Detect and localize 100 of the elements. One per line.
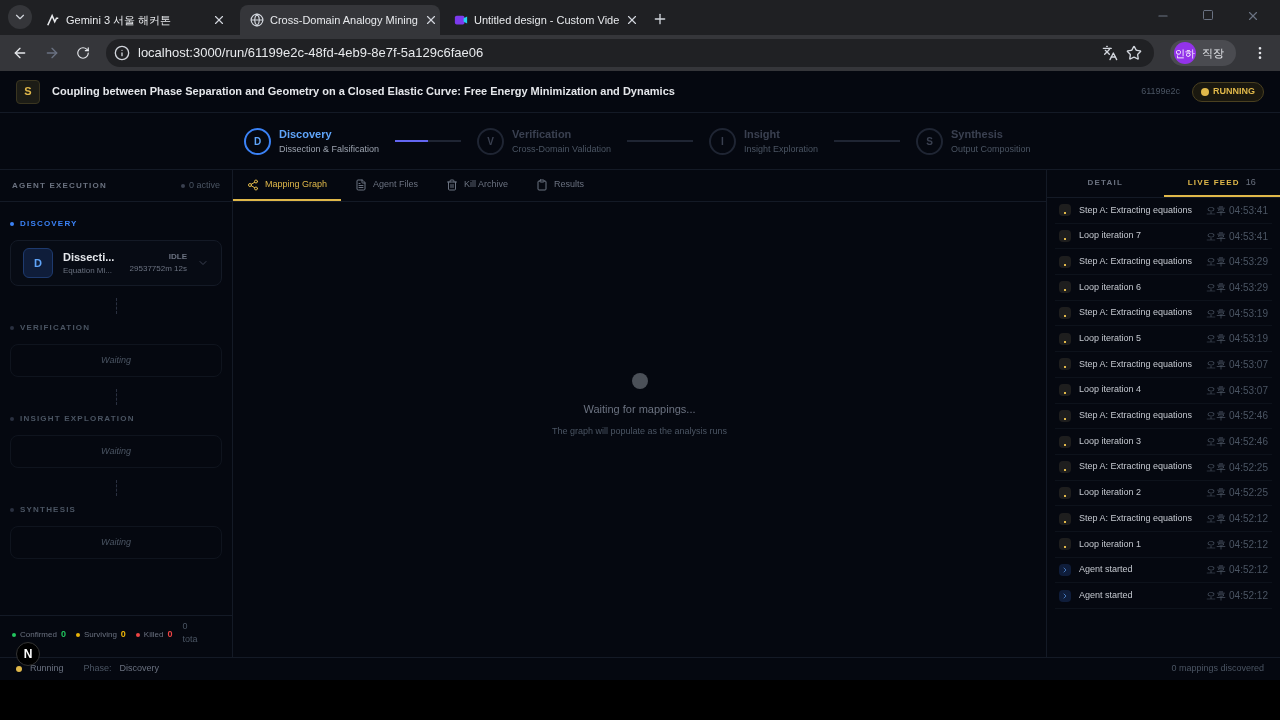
step-title: Synthesis xyxy=(950,127,1004,142)
feed-row[interactable]: Step A: Extracting equations 오후 04:52:12 xyxy=(1055,506,1272,532)
log-icon xyxy=(1059,307,1071,320)
info-icon[interactable] xyxy=(114,45,130,61)
waiting-label: Waiting xyxy=(101,535,131,549)
phase-heading: INSIGHT EXPLORATION xyxy=(10,413,222,425)
new-tab-icon[interactable] xyxy=(652,11,668,27)
feed-time: 오후 04:52:12 xyxy=(1206,589,1268,604)
view-tab[interactable]: Kill Archive xyxy=(432,170,523,201)
feed-row[interactable]: Step A: Extracting equations 오후 04:53:19 xyxy=(1055,300,1272,327)
feed-row[interactable]: Loop iteration 6 오후 04:53:29 xyxy=(1055,275,1272,301)
browser-tab[interactable]: Gemini 3 서울 해커톤 xyxy=(36,5,236,35)
feed-text: Loop iteration 7 xyxy=(1079,229,1143,243)
graph-icon xyxy=(247,178,259,191)
log-icon xyxy=(1059,384,1071,397)
feed-time: 오후 04:52:12 xyxy=(1206,563,1268,578)
feed-time: 오후 04:52:12 xyxy=(1206,512,1268,527)
step-subtitle: Insight Exploration xyxy=(743,142,818,156)
step[interactable]: D Discovery Dissection & Falsification xyxy=(244,126,380,156)
phase-heading: VERIFICATION xyxy=(10,322,222,334)
trash-icon xyxy=(446,178,459,191)
agent-avatar: D xyxy=(23,248,53,278)
translate-icon[interactable] xyxy=(1102,45,1118,61)
project-badge: S xyxy=(16,79,40,104)
agent-name: Dissecti... xyxy=(63,249,115,265)
tab-title: Cross-Domain Analogy Mining xyxy=(270,12,418,28)
feed-row[interactable]: Agent started 오후 04:52:12 xyxy=(1055,557,1272,584)
maximize-icon[interactable] xyxy=(1202,9,1214,21)
view-tab[interactable]: Results xyxy=(522,170,599,201)
connector-line xyxy=(115,298,117,314)
agent-icon xyxy=(1059,589,1071,602)
feed-time: 오후 04:53:19 xyxy=(1206,306,1268,321)
view-tab[interactable]: Agent Files xyxy=(341,170,433,201)
waiting-label: Waiting xyxy=(101,444,131,458)
empty-subtitle: The graph will populate as the analysis runs xyxy=(551,425,728,438)
agent-elapsed: 29537752m 12s xyxy=(129,263,187,275)
feed-time: 오후 04:53:29 xyxy=(1206,255,1268,270)
video-icon xyxy=(454,13,468,27)
feed-row[interactable]: Loop iteration 2 오후 04:52:25 xyxy=(1055,480,1272,507)
feed-row[interactable]: Loop iteration 4 오후 04:53:07 xyxy=(1055,377,1272,404)
loading-spinner xyxy=(631,372,648,389)
stat-label: Confirmed xyxy=(20,628,57,641)
feed-text: Step A: Extracting equations xyxy=(1079,409,1194,423)
feed-time: 오후 04:52:46 xyxy=(1206,409,1268,424)
feed-text: Loop iteration 3 xyxy=(1079,434,1143,448)
feed-text: Loop iteration 4 xyxy=(1079,383,1143,397)
feed-text: Loop iteration 2 xyxy=(1079,486,1143,500)
feed-row[interactable]: Loop iteration 1 오후 04:52:12 xyxy=(1055,531,1272,558)
log-icon xyxy=(1059,281,1071,294)
address-bar[interactable]: localhost:3000/run/61199e2c-48fd-4eb9-8e7f-5a129c6fae06 xyxy=(106,39,1154,67)
feed-row[interactable]: Loop iteration 3 오후 04:52:46 xyxy=(1055,429,1272,455)
feed-time: 오후 04:53:07 xyxy=(1206,357,1268,372)
panel-tab[interactable]: LIVE FEED 16 xyxy=(1163,170,1280,197)
logo-icon xyxy=(46,13,60,27)
feed-time: 오후 04:53:19 xyxy=(1206,332,1268,347)
agent-card[interactable]: D Dissecti... Equation Mi... IDLE 29537752m 12s xyxy=(10,240,222,286)
log-icon xyxy=(1059,255,1071,268)
feed-row[interactable]: Step A: Extracting equations 오후 04:52:25 xyxy=(1055,454,1272,481)
stat-value: 0 xyxy=(120,628,126,641)
step-subtitle: Output Composition xyxy=(950,142,1031,156)
stat-value: 0 xyxy=(167,628,173,641)
feed-text: Step A: Extracting equations xyxy=(1079,254,1194,268)
tab-list-button[interactable] xyxy=(8,5,32,29)
view-tab[interactable]: Mapping Graph xyxy=(233,170,342,201)
feed-row[interactable]: Step A: Extracting equations 오후 04:53:41 xyxy=(1055,198,1272,224)
agent-subtitle: Equation Mi... xyxy=(63,265,113,278)
log-icon xyxy=(1059,486,1071,499)
panel-tab[interactable]: DETAIL xyxy=(1047,170,1164,197)
log-icon xyxy=(1059,512,1071,525)
feed-row[interactable]: Agent started 오후 04:52:12 xyxy=(1055,583,1272,609)
status-badge: RUNNING xyxy=(1192,81,1264,102)
feed-text: Step A: Extracting equations xyxy=(1079,460,1194,474)
connector-line xyxy=(115,389,117,405)
feed-text: Loop iteration 1 xyxy=(1079,537,1143,551)
feed-time: 오후 04:52:25 xyxy=(1206,486,1268,501)
feed-row[interactable]: Loop iteration 7 오후 04:53:41 xyxy=(1055,223,1272,250)
browser-tab[interactable]: Untitled design - Custom Vide xyxy=(444,5,644,35)
phase-heading: DISCOVERY xyxy=(10,218,222,230)
back-icon[interactable] xyxy=(12,45,28,61)
close-icon[interactable] xyxy=(212,13,226,27)
phase-value: Discovery xyxy=(119,662,160,676)
project-title: Coupling between Phase Separation and Geometry on a Closed Elastic Curve: Free Energy Minimization and Dynamics xyxy=(52,84,675,100)
feed-row[interactable]: Step A: Extracting equations 오후 04:53:07 xyxy=(1055,352,1272,378)
forward-icon[interactable] xyxy=(44,45,60,61)
bookmark-icon[interactable] xyxy=(1126,45,1142,61)
feed-text: Step A: Extracting equations xyxy=(1079,306,1194,320)
tab-title: Gemini 3 서울 해커톤 xyxy=(66,12,173,28)
step-title: Insight xyxy=(743,127,781,142)
browser-tab[interactable]: Cross-Domain Analogy Mining xyxy=(240,5,440,35)
reload-icon[interactable] xyxy=(76,46,90,60)
profile-name: 직장 xyxy=(1202,45,1224,61)
step-subtitle: Cross-Domain Validation xyxy=(512,142,611,156)
profile-button[interactable]: 인하 직장 xyxy=(1170,40,1236,66)
stat-label: Surviving xyxy=(83,628,117,641)
feed-row[interactable]: Step A: Extracting equations 오후 04:52:46 xyxy=(1055,403,1272,430)
feed-row[interactable]: Step A: Extracting equations 오후 04:53:29 xyxy=(1055,249,1272,276)
clipboard-icon xyxy=(536,178,549,191)
stat-label: Killed xyxy=(143,628,164,641)
run-id: 61199e2c xyxy=(1141,84,1180,98)
feed-row[interactable]: Loop iteration 5 오후 04:53:19 xyxy=(1055,326,1272,353)
